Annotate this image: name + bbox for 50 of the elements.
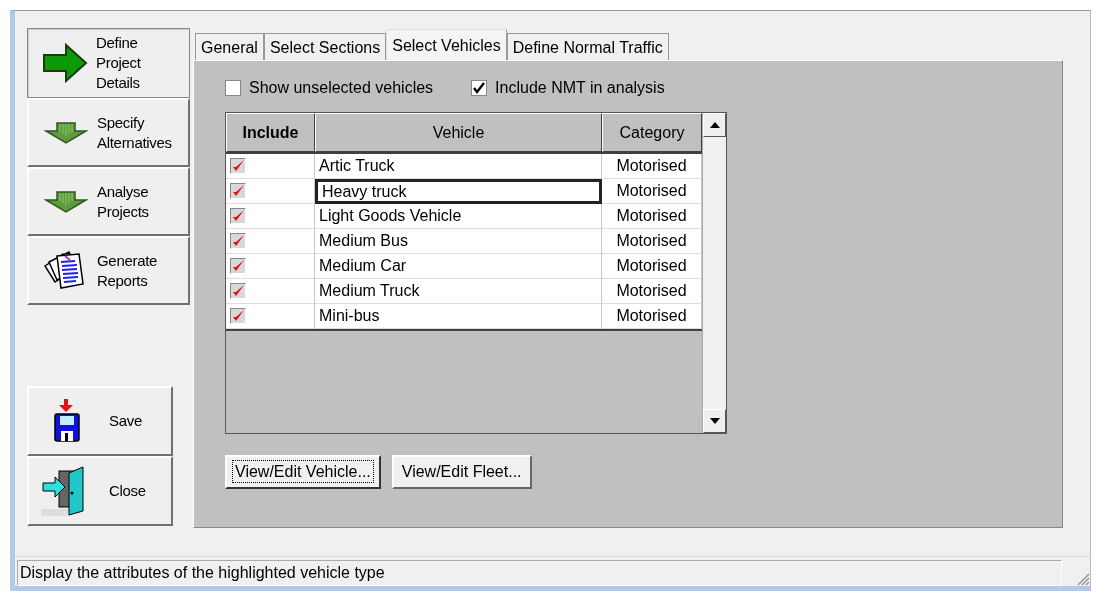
table-cell[interactable]: Light Goods Vehicle: [315, 204, 602, 229]
tab[interactable]: Select Sections: [263, 33, 387, 60]
table-cell: Motorised: [602, 229, 702, 254]
up-arrow-icon: [709, 122, 720, 128]
checkbox-label[interactable]: Include NMT in analysis: [495, 79, 665, 97]
arrow-down-icon: [44, 189, 88, 214]
table-cell: Motorised: [602, 254, 702, 279]
save-icon: [51, 399, 81, 443]
dialog-button[interactable]: View/Edit Vehicle...: [225, 455, 381, 489]
scroll-down-button[interactable]: [703, 409, 726, 433]
table-cell[interactable]: Medium Bus: [315, 229, 602, 254]
column-header[interactable]: Vehicle: [315, 113, 602, 152]
save-button[interactable]: Save: [27, 386, 173, 456]
column-header[interactable]: Include: [226, 113, 315, 152]
include-checkbox[interactable]: [230, 158, 246, 174]
scrollbar[interactable]: [702, 113, 726, 433]
scroll-up-button[interactable]: [703, 113, 726, 137]
status-bar: Display the attributes of the highlighted vehicle type: [17, 560, 1062, 586]
include-checkbox[interactable]: [230, 183, 246, 199]
dialog-button[interactable]: View/Edit Fleet...: [391, 455, 532, 489]
arrow-down-icon: [44, 120, 88, 145]
include-checkbox[interactable]: [230, 283, 246, 299]
tab[interactable]: Define Normal Traffic: [506, 33, 669, 60]
table-cell: Motorised: [602, 204, 702, 229]
include-checkbox[interactable]: [230, 233, 246, 249]
nav-button[interactable]: Specify Alternatives: [27, 98, 190, 167]
table-cell: Motorised: [602, 279, 702, 304]
table-cell: Motorised: [602, 304, 702, 329]
checkbox[interactable]: [471, 80, 488, 96]
include-checkbox[interactable]: [230, 208, 246, 224]
nav-button[interactable]: Generate Reports: [27, 236, 190, 305]
arrow-right-icon: [41, 43, 89, 83]
nav-button[interactable]: Analyse Projects: [27, 167, 190, 236]
table-cell[interactable]: Heavy truck: [315, 179, 602, 204]
nav-button[interactable]: Define Project Details: [27, 28, 190, 98]
table-cell: Motorised: [602, 179, 702, 204]
table-cell[interactable]: Medium Car: [315, 254, 602, 279]
table-cell[interactable]: Mini-bus: [315, 304, 602, 329]
checkbox[interactable]: [225, 80, 241, 96]
tab[interactable]: General: [195, 33, 264, 60]
checkbox-label[interactable]: Show unselected vehicles: [249, 79, 434, 97]
down-arrow-icon: [709, 418, 720, 424]
table-cell[interactable]: Artic Truck: [315, 154, 602, 179]
close-button[interactable]: Close: [27, 456, 173, 526]
include-checkbox[interactable]: [230, 308, 246, 324]
tab[interactable]: Select Vehicles: [386, 29, 507, 60]
table-cell: Motorised: [602, 154, 702, 179]
table-cell[interactable]: Medium Truck: [315, 279, 602, 304]
column-header[interactable]: Category: [602, 113, 702, 152]
include-checkbox[interactable]: [230, 258, 246, 274]
